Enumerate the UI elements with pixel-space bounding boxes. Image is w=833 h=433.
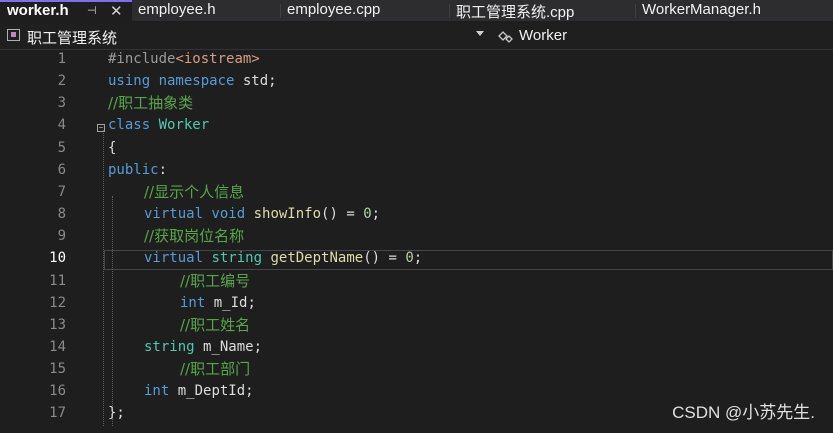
line-number: 8 (57, 206, 66, 223)
code-token: 0 (405, 250, 414, 267)
close-icon[interactable]: ✕ (110, 2, 123, 20)
code-line: //职工抽象类 (108, 92, 193, 115)
code-line: //获取岗位名称 (144, 225, 244, 248)
code-token: //职工抽象类 (108, 94, 194, 113)
tab-workermanager-h[interactable]: WorkerManager.h (636, 0, 833, 21)
navigation-bar: 职工管理系统 Worker (0, 24, 833, 50)
tab-label: employee.cpp (287, 1, 381, 18)
line-number: 4 (57, 117, 66, 134)
code-token: virtual (144, 250, 204, 267)
code-line: //职工部门 (180, 358, 250, 381)
line-number: 5 (57, 139, 66, 156)
code-token: Worker (158, 117, 210, 134)
line-number: 11 (49, 272, 66, 289)
code-token: m_Id; (205, 294, 256, 311)
code-token: <iostream> (175, 51, 260, 67)
code-token: //职工部门 (180, 360, 251, 379)
code-token: //获取岗位名称 (144, 227, 245, 246)
line-number: 2 (57, 73, 66, 90)
line-number: 1 (57, 51, 66, 67)
code-token: public (108, 161, 159, 178)
code-token: class (108, 117, 151, 134)
code-line: #include<iostream> (108, 48, 260, 70)
indent-guide (112, 196, 113, 426)
tab-label: 职工管理系统.cpp (456, 4, 575, 21)
code-token: int (180, 294, 206, 311)
code-line: //职工编号 (180, 270, 250, 293)
indent-guide (103, 130, 104, 426)
code-token: ; (371, 206, 381, 223)
code-line: { (108, 137, 116, 159)
code-line: virtual void showInfo() = 0; (144, 203, 380, 225)
code-line: //显示个人信息 (144, 181, 244, 204)
line-number: 17 (49, 405, 66, 422)
code-token: std; (234, 73, 277, 90)
code-token: () = (363, 250, 406, 267)
line-number: 3 (57, 95, 66, 112)
project-icon (7, 29, 20, 41)
code-line: virtual string getDeptName() = 0; (144, 247, 422, 269)
line-number: 12 (49, 294, 66, 311)
code-editor[interactable]: 1 #include<iostream> 2 using namespace std;… (0, 50, 833, 433)
watermark: CSDN @小苏先生. (672, 403, 815, 422)
member-dropdown[interactable]: Worker (494, 24, 833, 49)
tab-employee-cpp[interactable]: employee.cpp (281, 0, 449, 21)
tab-label: worker.h (7, 2, 69, 19)
chevron-down-icon[interactable] (476, 31, 484, 36)
code-token: //显示个人信息 (144, 182, 245, 201)
line-number: 16 (49, 383, 66, 400)
collapse-icon[interactable]: − (97, 124, 105, 132)
document-tab-bar: worker.h ⊣ ✕ employee.h employee.cpp 职工管… (0, 0, 833, 21)
scope-label: 职工管理系统 (27, 30, 118, 47)
tab-label: WorkerManager.h (642, 1, 761, 18)
code-token: : (158, 161, 168, 178)
line-number: 6 (57, 161, 66, 178)
code-token: string (144, 338, 195, 355)
code-token: }; (108, 405, 125, 422)
code-line: using namespace std; (108, 70, 277, 92)
member-label: Worker (519, 27, 568, 44)
code-token: virtual void (144, 206, 246, 223)
code-token: { (108, 139, 117, 156)
tab-employee-h[interactable]: employee.h (132, 0, 280, 21)
line-number: 15 (49, 361, 66, 378)
line-number: 14 (49, 338, 66, 355)
code-token: //职工姓名 (180, 315, 251, 334)
code-line: int m_DeptId; (144, 380, 254, 402)
scope-dropdown[interactable]: 职工管理系统 (0, 24, 488, 49)
class-icon (498, 31, 513, 43)
code-token: #include (108, 51, 176, 67)
code-line: public: (108, 159, 167, 181)
code-line: int m_Id; (180, 292, 256, 314)
code-token: getDeptName (270, 250, 364, 267)
code-token: m_Name; (194, 338, 263, 355)
line-number: 9 (57, 228, 66, 245)
code-token: string (211, 250, 263, 267)
code-token: using namespace (108, 73, 235, 90)
code-token: showInfo (253, 206, 322, 223)
pin-icon[interactable]: ⊣ (87, 4, 97, 17)
code-token: 0 (363, 206, 372, 223)
tab-label: employee.h (138, 1, 216, 18)
code-token: () = (321, 206, 364, 223)
code-line: class Worker (108, 114, 209, 136)
code-line: }; (108, 402, 125, 424)
line-number: 7 (57, 183, 66, 200)
code-line: string m_Name; (144, 336, 262, 358)
tab-main-cpp[interactable]: 职工管理系统.cpp (450, 0, 635, 21)
code-token: ; (413, 250, 423, 267)
code-token: m_DeptId; (169, 383, 254, 400)
line-number: 10 (49, 250, 66, 267)
code-token: int (144, 383, 170, 400)
code-token: //职工编号 (180, 271, 251, 290)
line-number: 13 (49, 316, 66, 333)
code-line: //职工姓名 (180, 314, 250, 337)
tab-worker-h[interactable]: worker.h ⊣ ✕ (0, 0, 132, 21)
